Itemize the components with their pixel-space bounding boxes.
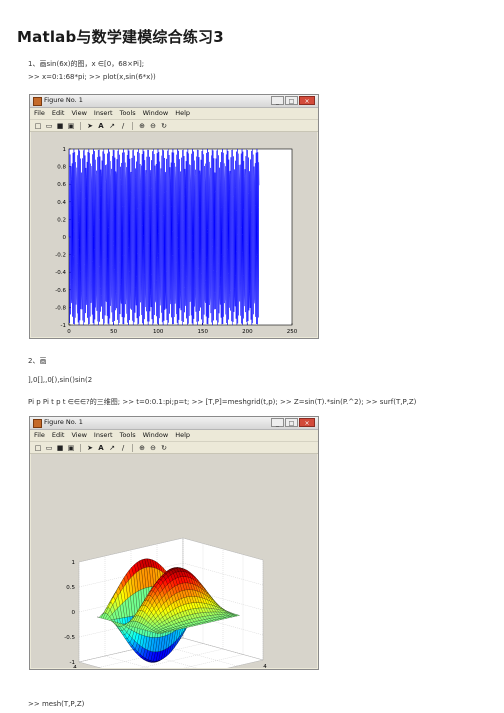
pointer-icon[interactable]: ➤ bbox=[86, 122, 94, 130]
print-icon[interactable]: ▣ bbox=[67, 122, 75, 130]
matlab-figure-icon bbox=[33, 97, 42, 106]
arrow-icon[interactable]: ↗ bbox=[108, 444, 116, 452]
save-icon[interactable]: ■ bbox=[56, 444, 64, 452]
close-button[interactable]: × bbox=[299, 96, 315, 105]
y-tick-label: -1 bbox=[61, 323, 66, 329]
open-folder-icon[interactable]: ▭ bbox=[45, 444, 53, 452]
y-tick-label: -0.2 bbox=[55, 253, 66, 259]
menu-insert[interactable]: Insert bbox=[94, 108, 113, 118]
menu-window[interactable]: Window bbox=[143, 108, 169, 118]
new-file-icon[interactable]: □ bbox=[34, 122, 42, 130]
figure-canvas: 10.50-0.5-10123401234 bbox=[31, 454, 317, 694]
command-3: >> mesh(T,P,Z) bbox=[28, 700, 85, 708]
menu-tools[interactable]: Tools bbox=[120, 430, 136, 440]
zoom-out-icon[interactable]: ⊖ bbox=[149, 122, 157, 130]
y-tick-label: 1 bbox=[63, 147, 67, 153]
line-icon[interactable]: / bbox=[119, 122, 127, 130]
menu-file[interactable]: File bbox=[34, 108, 45, 118]
minimize-button[interactable]: _ bbox=[271, 96, 284, 105]
y-tick-label: -0.4 bbox=[55, 270, 66, 276]
maximize-button[interactable]: □ bbox=[285, 418, 298, 427]
line-plot: 0 50 100 150 200 250 1 0.8 0.6 0.4 0.2 0 -0.2 -0.4 -0.… bbox=[55, 147, 298, 335]
menu-insert[interactable]: Insert bbox=[94, 430, 113, 440]
x-tick-label: 50 bbox=[110, 329, 117, 335]
zoom-in-icon[interactable]: ⊕ bbox=[138, 122, 146, 130]
menu-edit[interactable]: Edit bbox=[52, 108, 65, 118]
text-A-icon[interactable]: A bbox=[97, 444, 105, 452]
x-tick-label: 0 bbox=[67, 329, 71, 335]
menu-bar: File Edit View Insert Tools Window Help bbox=[30, 108, 318, 118]
figure-title-bar[interactable]: Figure No. 1 _ □ × bbox=[30, 417, 318, 430]
question-2-formula: ],0[],,0[),sin()sin(2 bbox=[28, 376, 93, 384]
arrow-icon[interactable]: ↗ bbox=[108, 122, 116, 130]
menu-view[interactable]: View bbox=[71, 108, 86, 118]
figure-title-bar[interactable]: Figure No. 1 _ □ × bbox=[30, 95, 318, 108]
y-tick-label: 0 bbox=[63, 235, 67, 241]
text-A-icon[interactable]: A bbox=[97, 122, 105, 130]
z-tick-label: 0 bbox=[72, 610, 76, 616]
question-1: 1、画sin(6x)的图，x ∈[0，68×Pi]; bbox=[28, 60, 145, 68]
open-folder-icon[interactable]: ▭ bbox=[45, 122, 53, 130]
surface-plot: 10.50-0.5-10123401234 bbox=[64, 537, 267, 694]
minimize-button[interactable]: _ bbox=[271, 418, 284, 427]
menu-edit[interactable]: Edit bbox=[52, 430, 65, 440]
x-tick-label: 4 bbox=[263, 664, 267, 668]
x-tick-label: 200 bbox=[242, 329, 253, 335]
menu-view[interactable]: View bbox=[71, 430, 86, 440]
line-icon[interactable]: / bbox=[119, 444, 127, 452]
matlab-figure-icon bbox=[33, 419, 42, 428]
command-1: >> x=0:1:68*pi; >> plot(x,sin(6*x)) bbox=[28, 73, 156, 81]
y-tick-label: -0.6 bbox=[55, 288, 66, 294]
maximize-button[interactable]: □ bbox=[285, 96, 298, 105]
close-button[interactable]: × bbox=[299, 418, 315, 427]
figure-title: Figure No. 1 bbox=[44, 418, 83, 426]
save-icon[interactable]: ■ bbox=[56, 122, 64, 130]
y-tick-label: 4 bbox=[73, 665, 77, 668]
figure-toolbar: □ ▭ ■ ▣ ➤ A ↗ / ⊕ ⊖ ↻ bbox=[30, 119, 318, 132]
z-tick-label: 0.5 bbox=[66, 585, 75, 591]
y-tick-label: -0.8 bbox=[55, 305, 66, 311]
z-tick-label: -0.5 bbox=[64, 635, 75, 641]
menu-window[interactable]: Window bbox=[143, 430, 169, 440]
figure-window-1[interactable]: Figure No. 1 _ □ × File Edit View Insert… bbox=[29, 94, 319, 339]
x-tick-label: 150 bbox=[198, 329, 209, 335]
zoom-in-icon[interactable]: ⊕ bbox=[138, 444, 146, 452]
pointer-icon[interactable]: ➤ bbox=[86, 444, 94, 452]
menu-help[interactable]: Help bbox=[175, 430, 190, 440]
figure-window-2[interactable]: Figure No. 1 _ □ × File Edit View Insert… bbox=[29, 416, 319, 694]
rotate-icon[interactable]: ↻ bbox=[160, 444, 168, 452]
print-icon[interactable]: ▣ bbox=[67, 444, 75, 452]
zoom-out-icon[interactable]: ⊖ bbox=[149, 444, 157, 452]
new-file-icon[interactable]: □ bbox=[34, 444, 42, 452]
y-tick-label: 0.2 bbox=[57, 217, 66, 223]
y-tick-label: 0.8 bbox=[57, 165, 66, 171]
menu-help[interactable]: Help bbox=[175, 108, 190, 118]
y-tick-label: 0.4 bbox=[57, 200, 66, 206]
figure-toolbar: □ ▭ ■ ▣ ➤ A ↗ / ⊕ ⊖ ↻ bbox=[30, 441, 318, 454]
x-tick-label: 250 bbox=[287, 329, 298, 335]
menu-bar: File Edit View Insert Tools Window Help bbox=[30, 430, 318, 440]
question-2-commands: Pi p Pi t p t ∈∈∈?的三维图; >> t=0:0.1:pi;p=… bbox=[28, 398, 417, 406]
figure-title: Figure No. 1 bbox=[44, 96, 83, 104]
x-tick-label: 100 bbox=[153, 329, 164, 335]
menu-tools[interactable]: Tools bbox=[120, 108, 136, 118]
y-tick-label: 0.6 bbox=[57, 182, 66, 188]
figure-canvas: 0 50 100 150 200 250 1 0.8 0.6 0.4 0.2 0 -0.2 -0.4 -0.… bbox=[31, 132, 317, 337]
rotate-icon[interactable]: ↻ bbox=[160, 122, 168, 130]
question-2: 2、画 bbox=[28, 357, 47, 365]
menu-file[interactable]: File bbox=[34, 430, 45, 440]
z-tick-label: 1 bbox=[72, 560, 76, 566]
page-title: Matlab与数学建模综合练习3 bbox=[17, 28, 224, 46]
